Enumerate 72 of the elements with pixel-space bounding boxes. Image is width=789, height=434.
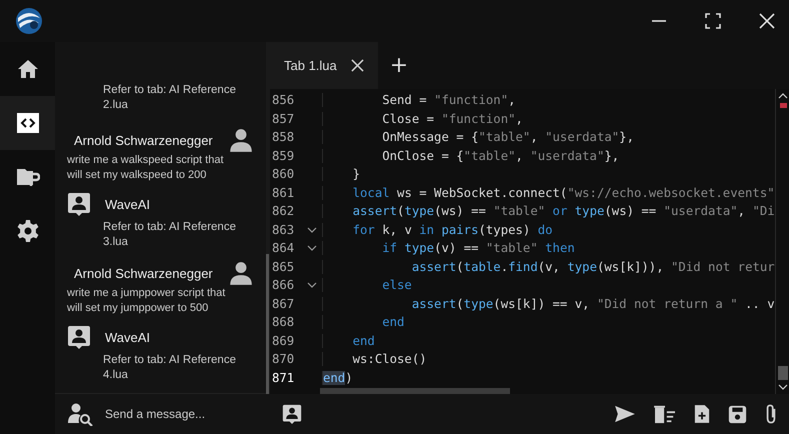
code-line: assert(table.find(v, type(ws[k])), "Did not retur — [322, 260, 775, 274]
code-line: Send = "function", — [322, 93, 516, 108]
line-number: 860 — [271, 167, 296, 182]
line-number: 857 — [271, 112, 296, 126]
line-number: 861 — [271, 186, 296, 200]
line-number: 870 — [271, 352, 296, 366]
message-text: Refer to tab: AI Reference 3.lua — [102, 220, 237, 250]
code-icon — [16, 111, 40, 135]
scrollbar-thumb[interactable] — [778, 366, 788, 380]
code-line: Close = "function", — [322, 112, 523, 126]
line-number: 863 — [271, 222, 296, 237]
save-icon[interactable] — [728, 404, 747, 424]
new-file-icon[interactable] — [694, 404, 710, 424]
code-line: for k, v in pairs(types) do — [322, 222, 553, 237]
code-line: else — [322, 278, 412, 292]
line-number: 869 — [271, 334, 296, 348]
code-line: end — [322, 334, 375, 348]
code-line: local ws = WebSocket.connect("ws://echo.websocket.events" — [322, 186, 775, 200]
fold-chevron-icon[interactable] — [307, 245, 317, 252]
code-line: end — [322, 315, 404, 330]
fold-chevron-icon[interactable] — [307, 226, 317, 233]
maximize-icon[interactable] — [705, 13, 721, 29]
home-icon — [16, 57, 40, 81]
code-line: } — [322, 167, 360, 182]
user-name: Arnold Schwarzenegger — [74, 132, 213, 148]
bot-avatar-icon[interactable] — [282, 404, 302, 424]
message-text: Refer to tab: AI Reference 4.lua — [102, 353, 237, 383]
code-line: if type(v) == "table" then — [322, 241, 575, 256]
user-search-icon — [67, 402, 93, 426]
line-number: 871 — [271, 370, 296, 385]
code-line: OnClose = {"table", "userdata"}, — [322, 148, 620, 163]
close-icon[interactable] — [759, 13, 775, 29]
code-line: assert(type(ws[k]) == v, "Did not return a " .. v — [322, 296, 775, 311]
message-text: write me a jumppower script that will set my jumppower to 500 — [67, 286, 226, 315]
send-icon[interactable] — [614, 405, 636, 423]
settings-icon — [16, 219, 40, 243]
message-text: write me a walkspeed script that will set my walkspeed to 200 — [67, 153, 225, 182]
scroll-down-icon[interactable] — [778, 384, 788, 390]
line-number: 858 — [271, 130, 296, 144]
clear-icon[interactable] — [654, 404, 676, 424]
line-number: 866 — [271, 278, 296, 292]
line-number: 859 — [271, 148, 296, 163]
tab-label: Tab 1.lua — [284, 58, 337, 73]
line-number: 867 — [271, 296, 296, 311]
code-line: assert(type(ws) == "table" or type(ws) == "userdata", "Di — [322, 204, 775, 218]
bot-name: WaveAI — [105, 196, 150, 212]
error-marker — [780, 103, 787, 108]
scroll-up-icon[interactable] — [778, 93, 788, 99]
close-icon[interactable] — [350, 59, 364, 72]
bot-avatar-icon — [67, 192, 91, 216]
message-field[interactable]: Send a message... — [103, 406, 267, 422]
code-line: ws:Close() — [322, 352, 427, 366]
line-number: 868 — [271, 315, 296, 330]
line-number: 862 — [271, 204, 296, 218]
line-number: 864 — [271, 241, 296, 256]
add-tab-button[interactable]: + — [378, 42, 420, 89]
nav-button[interactable] — [0, 96, 55, 150]
bot-avatar-icon — [67, 325, 91, 349]
line-number: 856 — [271, 93, 296, 108]
fold-chevron-icon[interactable] — [307, 282, 317, 288]
scrollbar-thumb[interactable] — [320, 388, 510, 394]
user-avatar-icon — [228, 260, 254, 286]
logo-icon — [14, 6, 44, 36]
user-name: Arnold Schwarzenegger — [74, 266, 213, 280]
code-line: OnMessage = {"table", "userdata"}, — [322, 130, 634, 144]
message-text: Refer to tab: AI Reference 2.lua — [102, 83, 237, 113]
bot-name: WaveAI — [105, 330, 150, 344]
attach-icon[interactable] — [765, 403, 777, 425]
editor-tab[interactable]: Tab 1.lua — [270, 42, 378, 89]
line-number: 865 — [271, 260, 296, 274]
code-line: end) — [322, 370, 353, 385]
user-avatar-icon — [228, 127, 254, 153]
